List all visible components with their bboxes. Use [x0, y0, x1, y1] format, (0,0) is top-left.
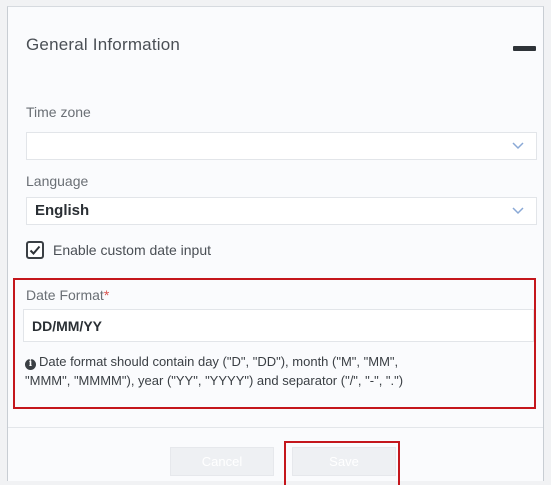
footer-divider	[8, 427, 543, 428]
timezone-label: Time zone	[26, 104, 91, 120]
date-format-label-text: Date Format	[26, 287, 104, 303]
timezone-select[interactable]	[26, 132, 537, 160]
chevron-down-icon	[512, 207, 524, 215]
collapse-button[interactable]	[513, 43, 536, 54]
cancel-button[interactable]: Cancel	[170, 447, 274, 476]
language-label: Language	[26, 173, 89, 189]
help-line-2: "MMM", "MMMM"), year ("YY", "YYYY") and …	[25, 373, 404, 388]
date-format-highlight: Date Format* DD/MM/YY i Date format shoul…	[13, 278, 536, 409]
info-circle-icon: i	[25, 359, 36, 370]
general-information-panel: General Information Time zone Language E…	[7, 6, 544, 485]
language-value: English	[35, 202, 90, 219]
save-highlight	[284, 441, 400, 485]
date-format-input[interactable]: DD/MM/YY	[23, 309, 534, 342]
custom-date-checkbox[interactable]	[26, 241, 44, 259]
checkmark-icon	[29, 245, 41, 255]
date-format-value: DD/MM/YY	[32, 318, 102, 334]
section-title: General Information	[26, 35, 181, 54]
required-marker: *	[103, 287, 110, 303]
help-line-1: Date format should contain day ("D", "DD…	[39, 354, 399, 369]
minus-icon	[513, 46, 536, 51]
chevron-down-icon	[512, 142, 524, 150]
date-format-label: Date Format*	[26, 287, 109, 303]
date-format-help: i Date format should contain day ("D", "D…	[25, 352, 525, 390]
custom-date-label: Enable custom date input	[53, 242, 211, 258]
language-select[interactable]: English	[26, 197, 537, 225]
